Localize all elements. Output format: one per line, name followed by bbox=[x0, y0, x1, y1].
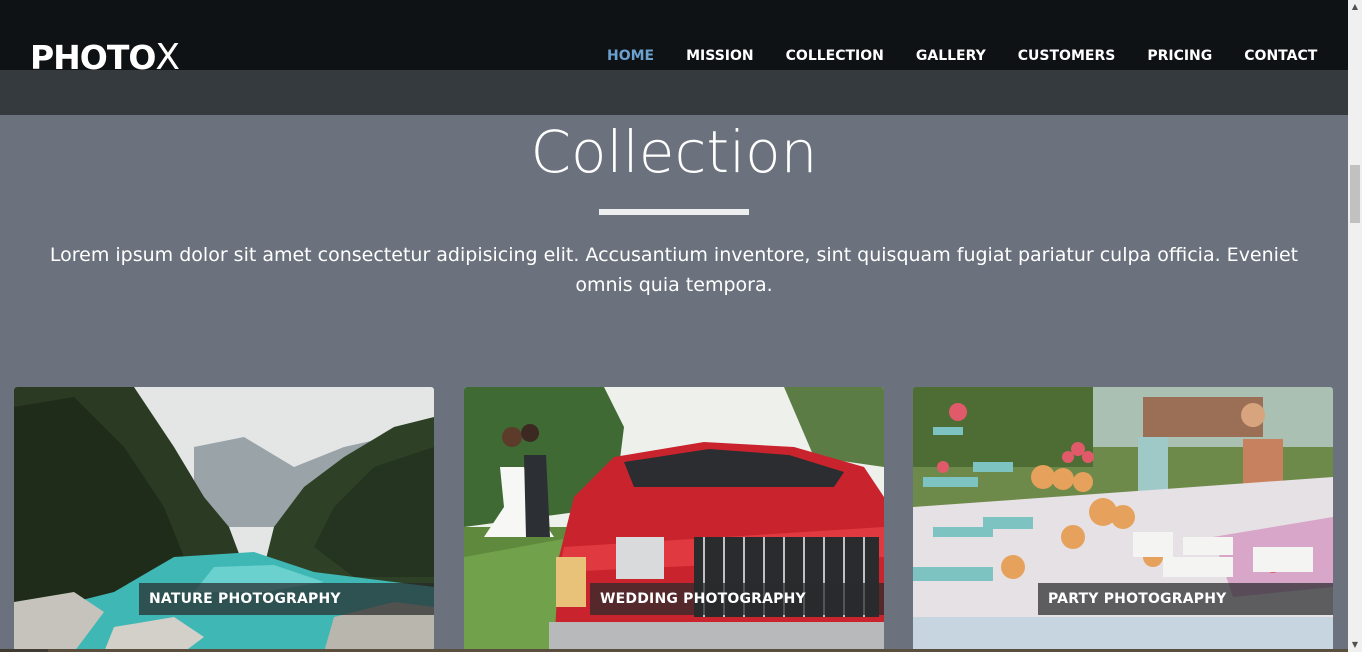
nav-collection[interactable]: COLLECTION bbox=[772, 46, 898, 66]
nav-gallery[interactable]: GALLERY bbox=[902, 46, 1000, 66]
card-label-party: PARTY PHOTOGRAPHY bbox=[1038, 583, 1333, 615]
scrollbar-thumb[interactable] bbox=[1350, 165, 1360, 223]
card-party[interactable]: PARTY PHOTOGRAPHY bbox=[913, 387, 1333, 652]
nav-mission[interactable]: MISSION bbox=[672, 46, 768, 66]
title-divider bbox=[599, 209, 749, 215]
header-shadow-band bbox=[0, 70, 1348, 115]
card-label-wedding: WEDDING PHOTOGRAPHY bbox=[590, 583, 884, 615]
card-nature[interactable]: NATURE PHOTOGRAPHY bbox=[14, 387, 434, 652]
scroll-up-icon[interactable]: ▲ bbox=[1348, 0, 1362, 14]
top-navbar: PHOTOX HOME MISSION COLLECTION GALLERY C… bbox=[0, 0, 1348, 78]
page-scrollbar[interactable]: ▲ ▼ bbox=[1348, 0, 1362, 652]
nav-pricing[interactable]: PRICING bbox=[1133, 46, 1226, 66]
section-title: Collection bbox=[530, 118, 818, 186]
main-nav: HOME MISSION COLLECTION GALLERY CUSTOMER… bbox=[593, 46, 1335, 66]
nav-customers[interactable]: CUSTOMERS bbox=[1004, 46, 1130, 66]
card-label-nature: NATURE PHOTOGRAPHY bbox=[139, 583, 434, 615]
nav-contact[interactable]: CONTACT bbox=[1230, 46, 1331, 66]
nav-home[interactable]: HOME bbox=[593, 46, 668, 66]
section-description: Lorem ipsum dolor sit amet consectetur a… bbox=[49, 244, 1299, 296]
card-wedding[interactable]: WEDDING PHOTOGRAPHY bbox=[464, 387, 884, 652]
scroll-down-icon[interactable]: ▼ bbox=[1348, 638, 1362, 652]
